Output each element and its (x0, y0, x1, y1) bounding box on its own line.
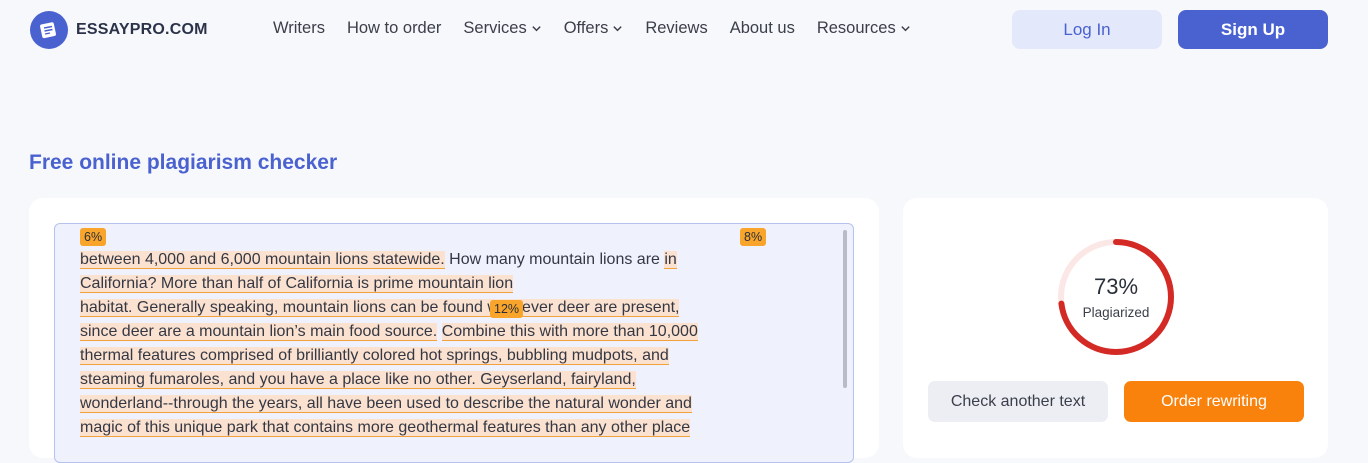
page-title: Free online plagiarism checker (29, 151, 338, 174)
nav-label: Services (463, 19, 527, 37)
nav-offers[interactable]: Offers (564, 19, 624, 38)
matched-text-segment[interactable]: between 4,000 and 6,000 mountain lions s… (80, 251, 445, 269)
matched-text-segment[interactable]: wonderland--through the years, all have … (80, 395, 692, 413)
text-line: habitat. Generally speaking, mountain li… (80, 296, 800, 320)
matched-text-segment[interactable]: in (664, 251, 677, 269)
essay-document-icon (30, 11, 68, 49)
site-logo[interactable]: ESSAYPRO.COM (30, 11, 208, 49)
checker-card: between 4,000 and 6,000 mountain lions s… (29, 198, 879, 463)
nav-label: Writers (273, 19, 325, 37)
scrollbar-thumb[interactable] (843, 230, 847, 388)
chevron-down-icon (613, 26, 623, 32)
site-header: ESSAYPRO.COM Writers How to order Servic… (0, 0, 1368, 60)
order-rewriting-button[interactable]: Order rewriting (1124, 381, 1304, 422)
text-line: California? More than half of California… (80, 272, 800, 296)
main-nav: Writers How to order Services Offers Rev… (273, 19, 911, 38)
match-percent-badge[interactable]: 12% (490, 300, 524, 318)
text-line: wonderland--through the years, all have … (80, 392, 800, 416)
nav-how-to-order[interactable]: How to order (347, 19, 441, 38)
match-percent-badge[interactable]: 6% (80, 228, 107, 246)
nav-reviews[interactable]: Reviews (645, 19, 707, 38)
nav-about-us[interactable]: About us (730, 19, 795, 38)
text-line: magic of this unique park that contains … (80, 416, 800, 440)
nav-label: How to order (346, 19, 442, 37)
matched-text-segment[interactable]: steaming fumaroles, and you have a place… (80, 371, 636, 389)
match-percent-badge[interactable]: 8% (740, 228, 767, 246)
text-line: thermal features comprised of brilliantl… (80, 344, 800, 368)
text-line: steaming fumaroles, and you have a place… (80, 368, 800, 392)
chevron-down-icon (532, 26, 541, 32)
matched-text-segment[interactable]: since deer are a mountain lion’s main fo… (80, 323, 438, 341)
chevron-down-icon (901, 26, 910, 32)
logo-text: ESSAYPRO.COM (76, 21, 208, 38)
plagiarism-status: Plagiarized (1082, 305, 1150, 320)
text-line: since deer are a mountain lion’s main fo… (80, 320, 800, 344)
signup-button[interactable]: Sign Up (1178, 10, 1328, 49)
plagiarism-percent: 73% (1093, 274, 1139, 299)
matched-text-segment[interactable]: habitat. Generally speaking, mountain li… (80, 299, 457, 317)
matched-text-segment[interactable]: magic of this unique park that contains … (80, 419, 691, 437)
text-segment: How many mountain lions are (444, 251, 665, 268)
result-card: 73% Plagiarized Check another text Order… (903, 198, 1328, 458)
checked-text: between 4,000 and 6,000 mountain lions s… (80, 248, 800, 440)
nav-label: Offers (563, 19, 609, 37)
nav-resources[interactable]: Resources (817, 19, 911, 38)
nav-label: About us (729, 19, 795, 37)
matched-text-segment[interactable]: California? More than half of California… (80, 275, 514, 293)
text-line: between 4,000 and 6,000 mountain lions s… (80, 248, 800, 272)
nav-services[interactable]: Services (463, 19, 541, 38)
nav-label: Reviews (645, 19, 708, 37)
nav-label: Resources (816, 19, 896, 37)
text-input-area[interactable]: between 4,000 and 6,000 mountain lions s… (54, 223, 854, 463)
login-button[interactable]: Log In (1012, 10, 1162, 49)
check-another-button[interactable]: Check another text (928, 381, 1108, 422)
nav-writers[interactable]: Writers (273, 19, 325, 38)
matched-text-segment[interactable]: thermal features comprised of brilliantl… (80, 347, 669, 365)
matched-text-segment[interactable]: Combine this with more than 10,000 (441, 323, 698, 341)
